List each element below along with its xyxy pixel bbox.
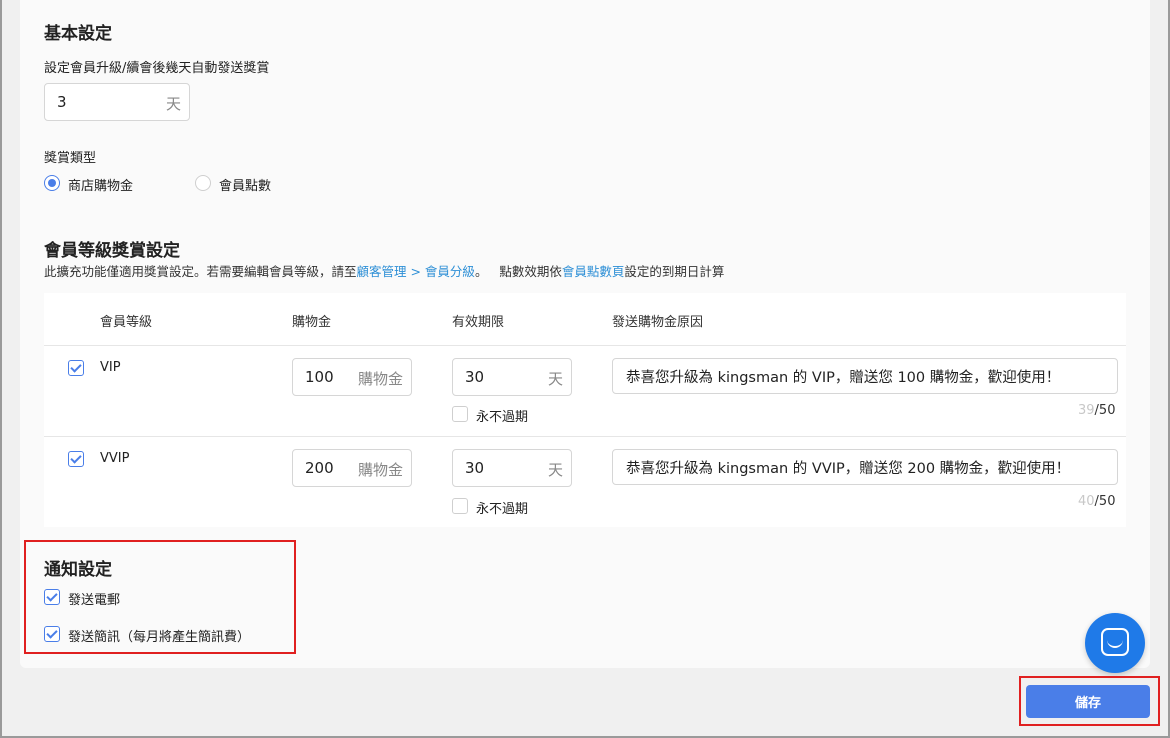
- radio-member-points-label: 會員點數: [219, 179, 272, 194]
- days-input[interactable]: [57, 84, 127, 120]
- row-vip-reason-input[interactable]: [626, 359, 1106, 393]
- row-vvip-validity-wrapper: 天: [452, 449, 572, 487]
- email-checkbox[interactable]: [44, 589, 60, 605]
- row-vip-char-counter: 39/50: [1078, 403, 1115, 418]
- row-vip-validity-input[interactable]: [465, 359, 535, 395]
- sms-checkbox[interactable]: [44, 626, 60, 642]
- row-vip-count: 39: [1078, 403, 1095, 418]
- tier-description: 此擴充功能僅適用獎賞設定。若需要編輯會員等級，請至顧客管理 > 會員分級。 點數…: [44, 261, 724, 280]
- row-vip-validity-wrapper: 天: [452, 358, 572, 396]
- days-suffix: 天: [165, 95, 181, 113]
- radio-shop-credit[interactable]: [44, 175, 60, 191]
- row-vip-name: VIP: [100, 360, 121, 375]
- row-vip-never-expire-checkbox[interactable]: [452, 406, 468, 422]
- row-vvip-name: VVIP: [100, 451, 130, 466]
- header-reason: 發送購物金原因: [612, 315, 704, 330]
- row-vip-validity-suffix: 天: [547, 370, 563, 388]
- row-vip-checkbox[interactable]: [68, 360, 84, 376]
- row-vvip-credit-suffix: 購物金: [357, 461, 403, 479]
- days-input-wrapper: 天: [44, 83, 190, 121]
- tier-title: 會員等級獎賞設定: [44, 241, 180, 261]
- row-divider: [44, 436, 1126, 437]
- notify-title: 通知設定: [44, 560, 112, 580]
- row-vvip-reason-input[interactable]: [626, 450, 1106, 484]
- row-vvip-validity-input[interactable]: [465, 450, 535, 486]
- row-vvip-count: 40: [1078, 494, 1095, 509]
- header-validity: 有效期限: [452, 315, 505, 330]
- row-vip-never-expire-label: 永不過期: [476, 410, 529, 425]
- radio-member-points[interactable]: [195, 175, 211, 191]
- tier-desc-text: 此擴充功能僅適用獎賞設定。若需要編輯會員等級，請至: [44, 264, 357, 279]
- chat-widget-button[interactable]: [1085, 613, 1145, 673]
- tier-table: 會員等級 購物金 有效期限 發送購物金原因 VIP 購物金 天 永不過期 39/…: [44, 293, 1126, 527]
- row-vvip-char-counter: 40/50: [1078, 494, 1115, 509]
- member-points-link[interactable]: 會員點數頁: [562, 264, 625, 279]
- tier-desc-mid: 。 點數效期依: [474, 264, 562, 279]
- row-vvip-never-expire-checkbox[interactable]: [452, 498, 468, 514]
- row-vip-max: /50: [1094, 403, 1116, 418]
- sms-label: 發送簡訊（每月將產生簡訊費）: [68, 630, 251, 645]
- basic-settings-title: 基本設定: [44, 24, 112, 44]
- header-tier: 會員等級: [100, 315, 153, 330]
- row-vvip-credit-wrapper: 購物金: [292, 449, 412, 487]
- row-vvip-reason-wrapper: [612, 449, 1118, 485]
- email-label: 發送電郵: [68, 593, 121, 608]
- row-vip-reason-wrapper: [612, 358, 1118, 394]
- row-vvip-validity-suffix: 天: [547, 461, 563, 479]
- reward-type-label: 獎賞類型: [44, 151, 97, 166]
- row-vip-credit-suffix: 購物金: [357, 370, 403, 388]
- row-vvip-max: /50: [1094, 494, 1116, 509]
- row-vvip-checkbox[interactable]: [68, 451, 84, 467]
- header-credit: 購物金: [292, 315, 332, 330]
- days-label: 設定會員升級/續會後幾天自動發送獎賞: [44, 61, 270, 76]
- save-button[interactable]: 儲存: [1026, 685, 1150, 718]
- row-vvip-never-expire-label: 永不過期: [476, 502, 529, 517]
- customer-tier-link[interactable]: 顧客管理 > 會員分級: [357, 264, 475, 279]
- header-divider: [44, 345, 1126, 346]
- row-vip-credit-wrapper: 購物金: [292, 358, 412, 396]
- tier-desc-suffix: 設定的到期日計算: [624, 264, 725, 279]
- radio-shop-credit-label: 商店購物金: [68, 179, 134, 194]
